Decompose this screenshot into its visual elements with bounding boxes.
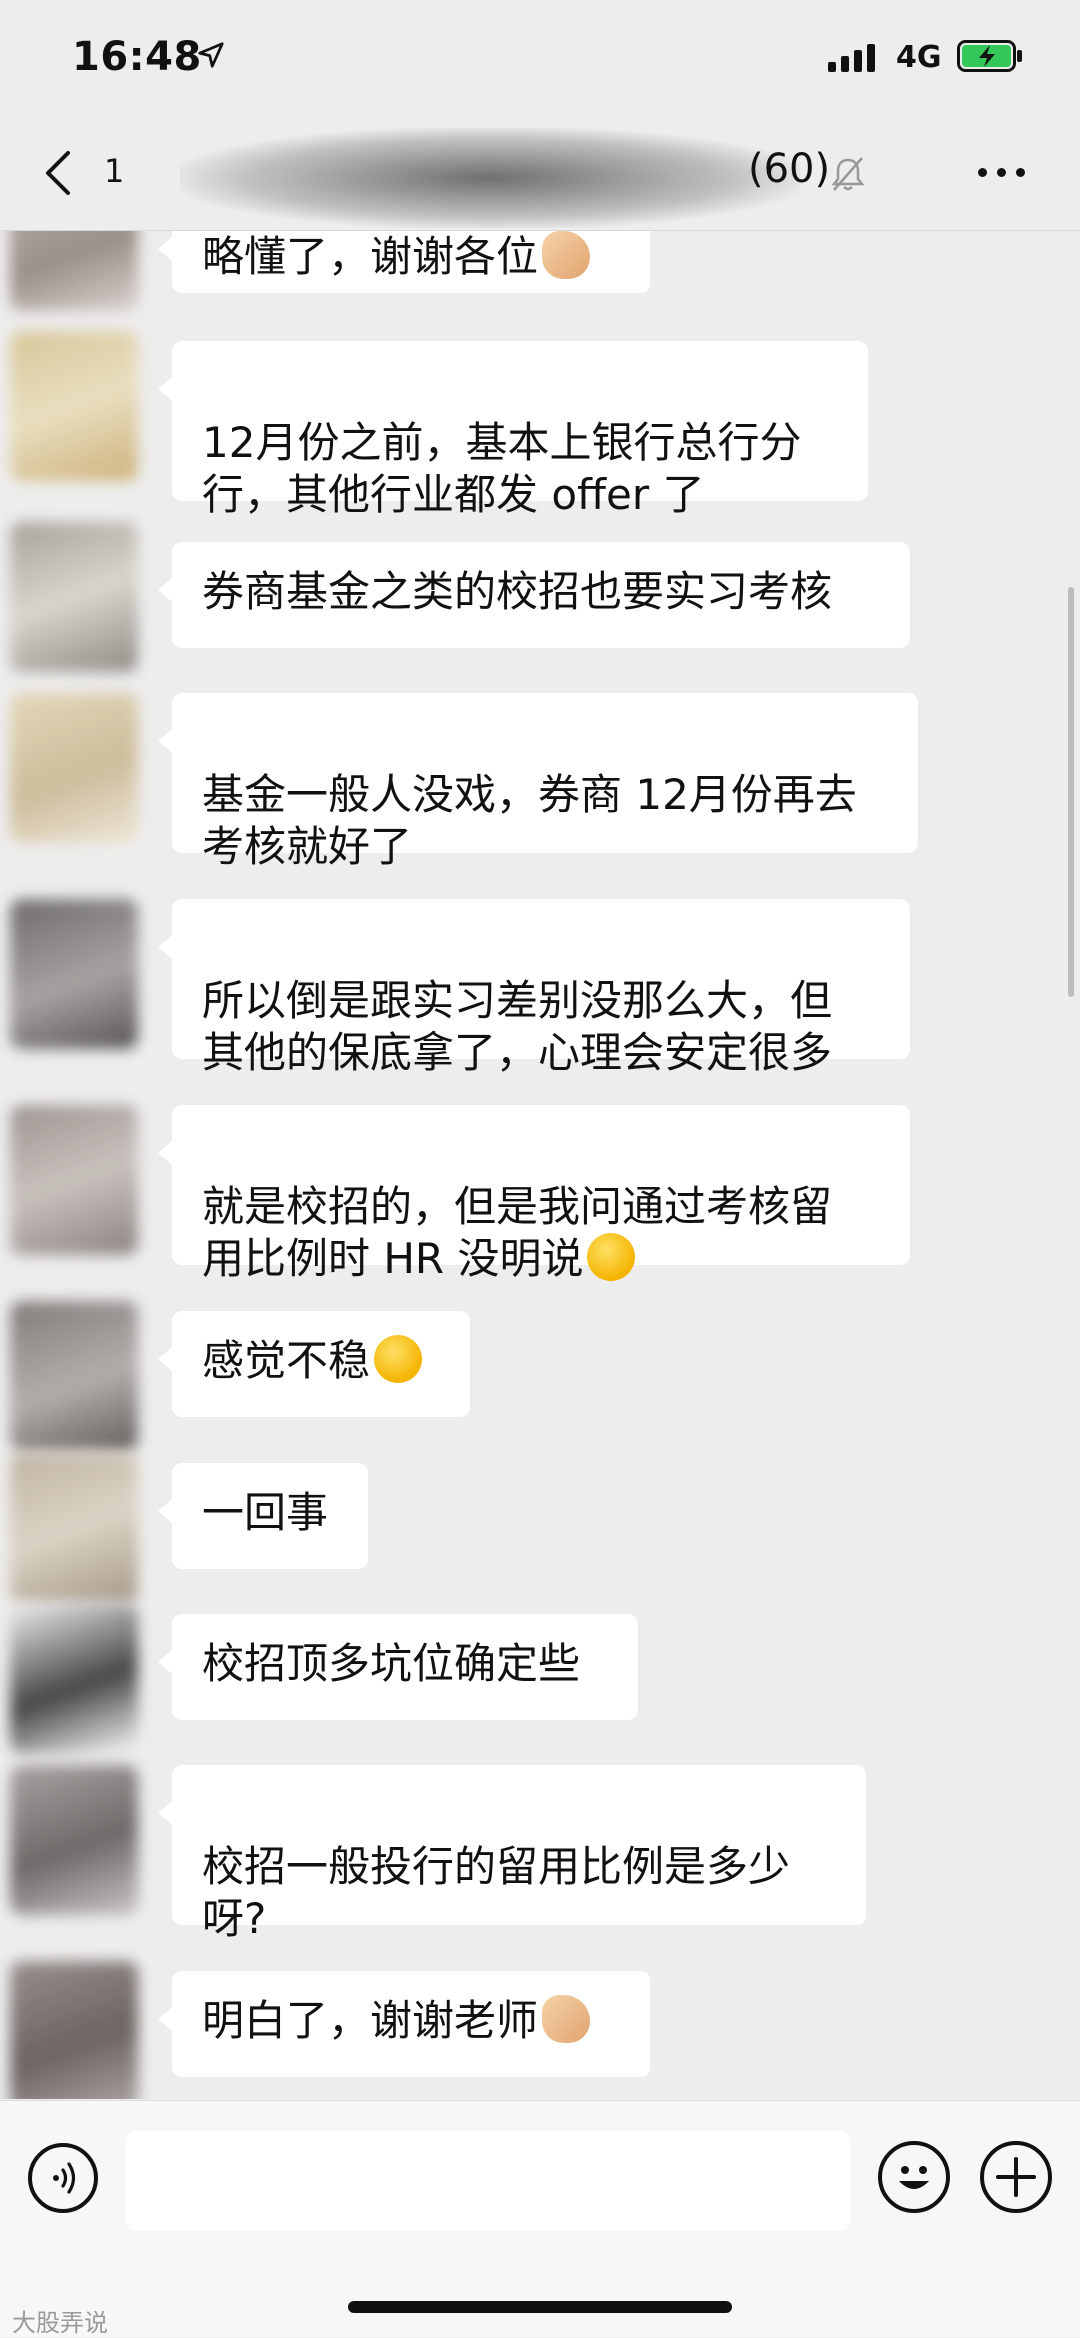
- message-list[interactable]: 略懂了，谢谢各位 12月份之前，基本上银行总行分 行，其他行业都发 offer …: [0, 231, 1080, 2099]
- message-bubble[interactable]: 券商基金之类的校招也要实习考核: [158, 542, 910, 648]
- message-bubble[interactable]: 校招顶多坑位确定些: [158, 1614, 638, 1720]
- message-bubble[interactable]: 基金一般人没戏，券商 12月份再去 考核就好了: [158, 693, 918, 871]
- network-type: 4G: [896, 40, 942, 75]
- message-bubble[interactable]: 感觉不稳: [158, 1311, 470, 1417]
- message-bubble[interactable]: 就是校招的，但是我问通过考核留 用比例时 HR 没明说: [158, 1105, 910, 1283]
- status-time: 16:48: [72, 34, 202, 80]
- message-text: 感觉不稳: [202, 1336, 371, 1385]
- message-bubble[interactable]: 所以倒是跟实习差别没那么大，但 其他的保底拿了，心理会安定很多: [158, 899, 910, 1077]
- message-text: 所以倒是跟实习差别没那么大，但 其他的保底拿了，心理会安定很多: [202, 976, 833, 1077]
- message-bubble[interactable]: 明白了，谢谢老师: [158, 1971, 650, 2077]
- home-indicator[interactable]: [348, 2301, 732, 2313]
- message-text: 基金一般人没戏，券商 12月份再去 考核就好了: [202, 770, 857, 871]
- message-text: 一回事: [202, 1488, 329, 1537]
- scrollbar[interactable]: [1068, 587, 1074, 997]
- plus-icon: [996, 2157, 1036, 2197]
- avatar[interactable]: [10, 1604, 138, 1754]
- voice-waves-icon: [53, 2162, 76, 2194]
- avatar[interactable]: [10, 1765, 138, 1915]
- message-text: 校招顶多坑位确定些: [202, 1639, 581, 1688]
- chat-title-member-count[interactable]: (60): [748, 146, 830, 192]
- avatar[interactable]: [10, 331, 138, 481]
- avatar[interactable]: [10, 1961, 138, 2099]
- crying-laughing-emoji-icon: [587, 1233, 636, 1281]
- location-arrow-icon: [198, 42, 224, 68]
- crying-laughing-emoji-icon: [374, 1335, 423, 1383]
- message-text: 12月份之前，基本上银行总行分 行，其他行业都发 offer 了: [202, 418, 802, 519]
- watermark: 大股弄说: [12, 2309, 108, 2337]
- message-text: 略懂了，谢谢各位: [202, 232, 539, 281]
- avatar[interactable]: [10, 1453, 138, 1603]
- back-chevron-icon[interactable]: [40, 148, 76, 198]
- battery-charging-icon: [957, 40, 1022, 72]
- unread-count[interactable]: 1: [104, 152, 124, 190]
- avatar[interactable]: [10, 231, 138, 311]
- message-bubble[interactable]: 略懂了，谢谢各位: [158, 231, 650, 293]
- muted-bell-icon: [831, 157, 865, 191]
- message-input[interactable]: [126, 2131, 850, 2231]
- message-text: 明白了，谢谢老师: [202, 1996, 539, 2045]
- voice-input-button[interactable]: [28, 2143, 98, 2213]
- cellular-signal-icon: [828, 42, 875, 72]
- message-bubble[interactable]: 校招一般投行的留用比例是多少 呀?: [158, 1765, 866, 1943]
- avatar[interactable]: [10, 1301, 138, 1451]
- status-bar: 16:48 4G: [0, 0, 1080, 120]
- ok-hand-emoji-icon: [542, 1995, 591, 2043]
- message-text: 校招一般投行的留用比例是多少 呀?: [202, 1842, 791, 1943]
- message-bubble[interactable]: 12月份之前，基本上银行总行分 行，其他行业都发 offer 了: [158, 341, 868, 519]
- avatar[interactable]: [10, 899, 138, 1049]
- message-text: 就是校招的，但是我问通过考核留 用比例时 HR 没明说: [202, 1182, 833, 1283]
- avatar[interactable]: [10, 693, 138, 843]
- message-bubble[interactable]: 一回事: [158, 1463, 368, 1569]
- emoji-picker-button[interactable]: [878, 2141, 950, 2213]
- smiley-icon: [899, 2166, 929, 2189]
- more-options-icon[interactable]: [978, 168, 1025, 177]
- ok-hand-emoji-icon: [542, 231, 591, 279]
- chat-header: 1 (60): [0, 120, 1080, 231]
- message-text: 券商基金之类的校招也要实习考核: [202, 567, 833, 616]
- more-actions-button[interactable]: [980, 2141, 1052, 2213]
- redacted-title-mask: [180, 128, 800, 228]
- avatar[interactable]: [10, 522, 138, 672]
- avatar[interactable]: [10, 1105, 138, 1255]
- input-bar: 大股弄说: [0, 2100, 1080, 2337]
